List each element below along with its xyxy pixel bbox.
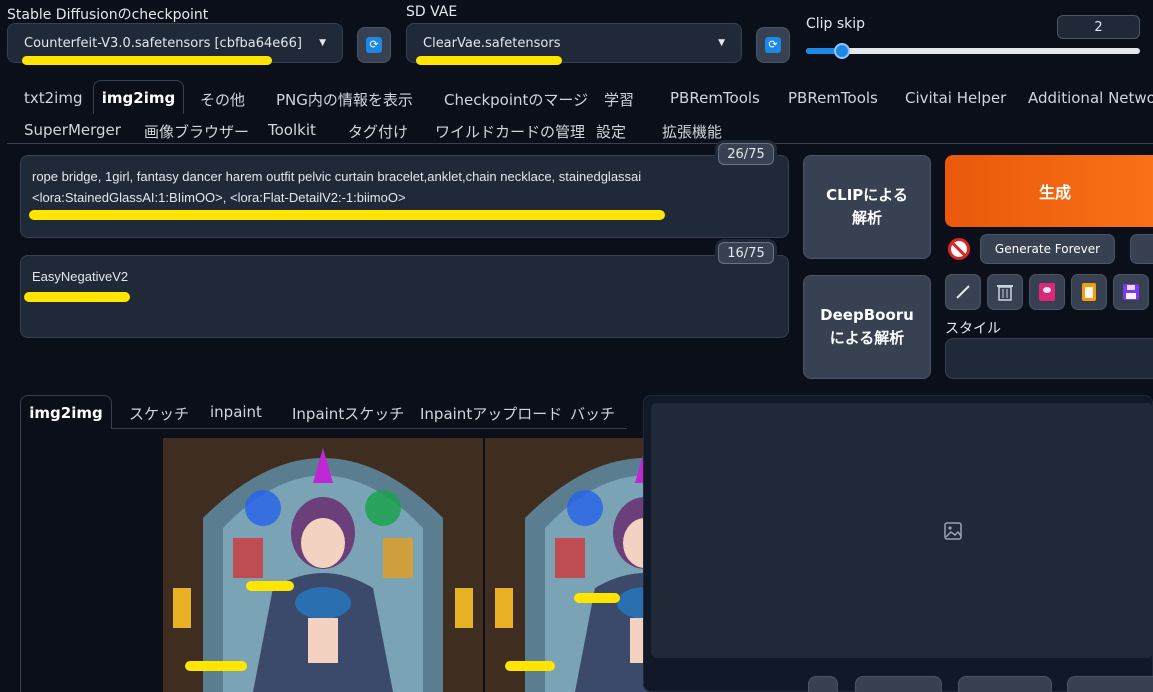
highlight-mark [246, 581, 294, 591]
input-image-left[interactable] [163, 438, 483, 692]
clip-skip-number-input[interactable]: 2 [1057, 15, 1140, 39]
tab-tagging[interactable]: タグ付け [348, 121, 408, 142]
tab-extensions[interactable]: 拡張機能 [662, 121, 722, 142]
pencil-icon[interactable] [945, 274, 981, 310]
negative-prompt-textarea[interactable]: EasyNegativeV2 [20, 255, 789, 338]
tab-other[interactable]: その他 [200, 89, 245, 110]
img-tab-inpaint[interactable]: inpaint [210, 403, 262, 421]
vae-refresh-button[interactable]: ⟳ [756, 27, 790, 63]
generate-button[interactable]: 生成 [945, 155, 1153, 227]
clip-interrogate-button[interactable]: CLIPによる解析 [803, 155, 931, 259]
tab-txt2img[interactable]: txt2img [24, 89, 82, 107]
highlight-mark [574, 593, 620, 603]
prompt-textarea[interactable]: rope bridge, 1girl, fantasy dancer harem… [20, 155, 789, 238]
trash-icon[interactable] [987, 274, 1023, 310]
clip-skip-slider-track[interactable] [806, 48, 1140, 54]
refresh-icon: ⟳ [765, 37, 781, 53]
chevron-down-icon: ▼ [718, 38, 725, 48]
vae-value: ClearVae.safetensors [423, 35, 561, 51]
generate-forever-button[interactable]: Generate Forever [980, 234, 1115, 264]
tab-pbremtools-1[interactable]: PBRemTools [670, 89, 760, 107]
highlight-mark [185, 661, 247, 671]
image-placeholder-icon [944, 522, 962, 540]
clipboard-icon[interactable] [1071, 274, 1107, 310]
stop-icon[interactable] [948, 238, 970, 260]
highlight-mark [29, 210, 665, 220]
style-label: スタイル [945, 321, 1001, 337]
tab-additional-network[interactable]: Additional Network [1028, 89, 1153, 107]
refresh-icon: ⟳ [366, 37, 382, 53]
img-tab-batch[interactable]: バッチ [570, 403, 615, 424]
output-image-area [651, 403, 1153, 658]
prompt-token-counter: 26/75 [718, 143, 774, 165]
tab-checkpoint-merge[interactable]: Checkpointのマージ [444, 89, 588, 110]
img-tabs-divider [112, 428, 627, 429]
chevron-down-icon: ▼ [319, 38, 326, 48]
img-tab-inpaint-upload[interactable]: Inpaintアップロード [420, 403, 562, 424]
checkpoint-refresh-button[interactable]: ⟳ [357, 27, 391, 63]
highlight-mark [24, 292, 130, 302]
output-action-button[interactable] [808, 676, 838, 692]
tab-pbremtools-2[interactable]: PBRemTools [788, 89, 878, 107]
tab-train[interactable]: 学習 [604, 89, 634, 110]
highlight-mark [505, 661, 555, 671]
clip-skip-slider-thumb[interactable] [834, 43, 850, 59]
checkpoint-value: Counterfeit-V3.0.safetensors [cbfba64e66… [24, 35, 302, 51]
output-action-button[interactable] [1067, 676, 1153, 692]
negative-prompt-token-counter: 16/75 [718, 242, 774, 264]
style-select[interactable] [945, 338, 1153, 379]
tab-wildcards[interactable]: ワイルドカードの管理 [435, 121, 585, 142]
tab-png-info[interactable]: PNG内の情報を表示 [276, 89, 413, 110]
deepbooru-interrogate-button[interactable]: DeepBooruによる解析 [803, 275, 931, 379]
img-tab-inpaint-sketch[interactable]: Inpaintスケッチ [292, 403, 404, 424]
img-tab-img2img[interactable]: img2img [20, 395, 112, 429]
tab-image-browser[interactable]: 画像ブラウザー [144, 121, 249, 142]
prompt-line-2: <lora:StainedGlassAI:1:BIimOO>, <lora:Fl… [32, 190, 406, 205]
highlight-mark [22, 56, 272, 65]
prompt-line-1: rope bridge, 1girl, fantasy dancer harem… [32, 169, 642, 184]
output-action-button[interactable] [958, 676, 1052, 692]
img-panel-border [20, 428, 21, 692]
img-tab-sketch[interactable]: スケッチ [129, 403, 189, 424]
clip-skip-label: Clip skip [806, 16, 866, 32]
output-action-button[interactable] [855, 676, 942, 692]
tab-toolkit[interactable]: Toolkit [268, 121, 316, 139]
highlight-mark [416, 56, 562, 65]
vae-label: SD VAE [406, 4, 458, 20]
tab-settings[interactable]: 設定 [596, 121, 626, 142]
negative-prompt-text: EasyNegativeV2 [32, 269, 129, 284]
extra-button[interactable] [1130, 234, 1153, 264]
save-style-icon[interactable] [1029, 274, 1065, 310]
tab-img2img[interactable]: img2img [93, 80, 184, 114]
tab-civitai-helper[interactable]: Civitai Helper [905, 89, 1006, 107]
checkpoint-label: Stable Diffusionのcheckpoint [7, 7, 209, 23]
tabs-divider [7, 143, 1153, 144]
floppy-icon[interactable] [1113, 274, 1149, 310]
tab-supermerger[interactable]: SuperMerger [24, 121, 121, 139]
